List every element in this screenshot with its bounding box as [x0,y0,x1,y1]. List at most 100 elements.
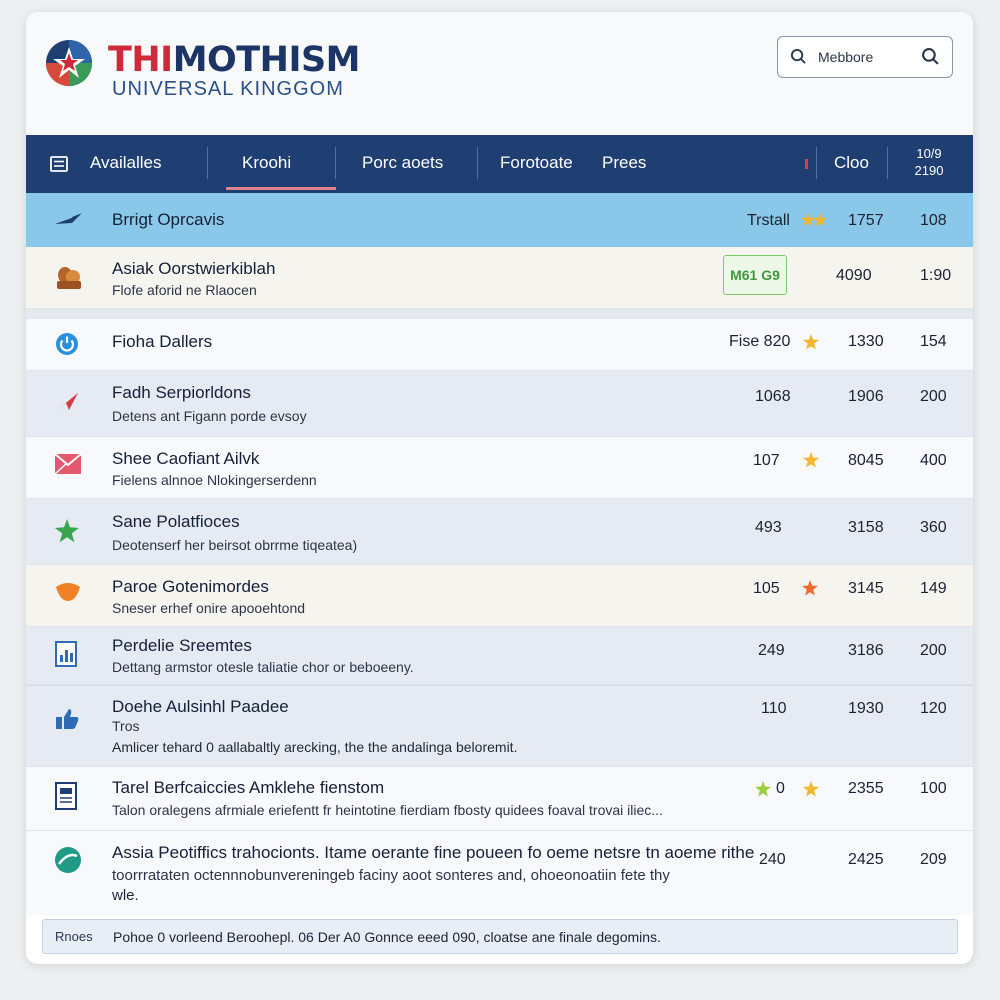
food-icon [56,583,80,601]
list-row[interactable]: Doehe Aulsinhl Paadee Tros Amlicer tehar… [26,685,973,767]
search-input[interactable]: Mebbore [777,36,953,78]
nav-right-label[interactable]: Cloo [834,135,869,193]
main-nav: Availalles Kroohi Porc aoets Forotoate P… [26,135,973,193]
list-row[interactable]: Fadh Serpiorldons Detens ant Figann pord… [26,371,973,437]
nav-stat-top: 10/9 [916,146,942,161]
row-subtitle: Detens ant Figann porde evsoy [112,408,307,424]
nav-stat-bottom: 2190 [914,163,944,178]
row-title: Brrigt Oprcavis [112,210,225,229]
document-chart-icon [55,641,77,667]
row-value-2: 3145 [848,580,884,597]
nav-divider [207,147,208,179]
row-value-3: 100 [920,780,947,797]
row-subtitle: Fielens alnnoe Nlokingerserdenn [112,472,317,488]
row-value-3: 120 [920,700,947,717]
footer-label: Rnoes [55,929,93,944]
row-value-1: 110 [761,700,787,717]
search-submit-icon[interactable] [921,47,940,66]
row-value-2: 8045 [848,452,884,469]
row-subtitle: Flofe aforid ne Rlaocen [112,282,257,298]
star-icon [803,781,819,797]
row-title: Paroe Gotenimordes [112,577,269,596]
list-row[interactable]: Paroe Gotenimordes Sneser erhef onire ap… [26,565,973,627]
row-value-2: 1330 [848,333,884,350]
row-value-2: 4090 [836,267,872,284]
nav-stat: 10/9 2190 [906,145,952,179]
star-icon [803,334,819,350]
plane-icon [55,213,82,224]
row-subtitle: Deotenserf her beirsot obrrme tiqeatea) [112,537,358,553]
brand-title-highlight: THI [108,40,173,80]
nav-divider [477,147,478,179]
globe-icon [55,847,81,873]
nav-tab-5[interactable]: Prees [602,135,646,193]
menu-grid-icon[interactable] [50,156,68,172]
row-title: Doehe Aulsinhl Paadee [112,697,289,716]
airplane-icon [56,393,78,411]
mail-flag-icon [54,453,82,475]
row-value-1: 105 [753,580,780,597]
list-row[interactable]: Fioha Dallers Fise 820 1330 154 [26,309,973,371]
row-title: Fadh Serpiorldons [112,383,251,402]
list-row[interactable]: Perdelie Sreemtes Dettang armstor otesle… [26,627,973,685]
row-value-2: 2355 [848,780,884,797]
header: THIMOTHISM UNIVERSAL KINGGOM Mebbore [26,12,973,135]
row-subtitle: Dettang armstor otesle taliatie chor or … [112,659,414,675]
nav-tab-1[interactable]: Availalles [90,135,162,193]
row-title: Asiak Oorstwierkiblah [112,259,276,278]
nav-divider [887,147,888,179]
row-title: Assia Peotiffics trahocionts. Itame oera… [112,843,755,862]
search-value: Mebbore [818,49,874,65]
row-value-1: 107 [753,452,780,469]
row-subtitle: Tros [112,718,140,734]
status-badge: M61 G9 [723,255,787,295]
report-icon [55,782,77,810]
row-note: wle. [112,887,139,904]
row-value-3: 108 [920,212,947,229]
row-subtitle: toorrrataten octennnobunvereningeb facin… [112,867,670,884]
list-row[interactable]: Asiak Oorstwierkiblah Flofe aforid ne Rl… [26,247,973,309]
row-title: Fioha Dallers [112,332,213,351]
row-value-3: 154 [920,333,947,350]
notification-dot [805,159,808,169]
row-note: Amlicer tehard 0 aallabaltly arecking, t… [112,739,518,755]
footer-text: Pohoe 0 vorleend Beroohepl. 06 Der A0 Go… [113,929,661,945]
star-icon [802,580,818,596]
nav-tab-2[interactable]: Kroohi [242,135,291,193]
app-window: THIMOTHISM UNIVERSAL KINGGOM Mebbore Ava… [26,12,973,964]
star-rating-icon [802,213,827,226]
row-value-1: 0 [776,780,785,797]
row-value-1: 493 [755,519,782,536]
list-row[interactable]: Shee Caofiant Ailvk Fielens alnnoe Nloki… [26,437,973,499]
row-title: Sane Polatfioces [112,512,240,531]
row-value-1: 1068 [755,388,791,405]
row-title: Perdelie Sreemtes [112,636,252,655]
row-value-2: 1757 [848,212,884,229]
brand-title-rest: MOTHISM [172,40,361,80]
row-value-2: 1906 [848,388,884,405]
row-value-3: 400 [920,452,947,469]
star-icon [755,781,771,797]
active-tab-indicator [226,187,336,190]
highlighted-row[interactable]: Brrigt Oprcavis Trstall 1757 108 [26,193,973,247]
row-subtitle: Sneser erhef onire apooehtond [112,600,306,616]
star-badge-icon [55,519,79,543]
row-value-2: 3186 [848,642,884,659]
row-value-3: 209 [920,851,947,868]
nav-tab-4[interactable]: Forotoate [500,135,573,193]
star-icon [803,452,819,468]
food-basket-icon [57,267,81,289]
row-subtitle: Talon oralegens afrmiale eriefentt fr he… [112,802,663,818]
row-title: Tarel Berfcaiccies Amklehe fienstom [112,778,385,797]
row-value-1: 249 [758,642,785,659]
brand-subtitle: UNIVERSAL KINGGOM [112,78,344,100]
list-row[interactable]: Tarel Berfcaiccies Amklehe fienstom Talo… [26,767,973,831]
nav-divider [335,147,336,179]
list-row[interactable]: Assia Peotiffics trahocionts. Itame oera… [26,831,973,915]
row-value-3: 1:90 [920,267,952,284]
row-title: Shee Caofiant Ailvk [112,449,260,468]
brand-logo-icon [46,40,92,86]
row-value-3: 149 [920,580,947,597]
list-row[interactable]: Sane Polatfioces Deotenserf her beirsot … [26,499,973,565]
nav-tab-3[interactable]: Porc aoets [362,135,443,193]
